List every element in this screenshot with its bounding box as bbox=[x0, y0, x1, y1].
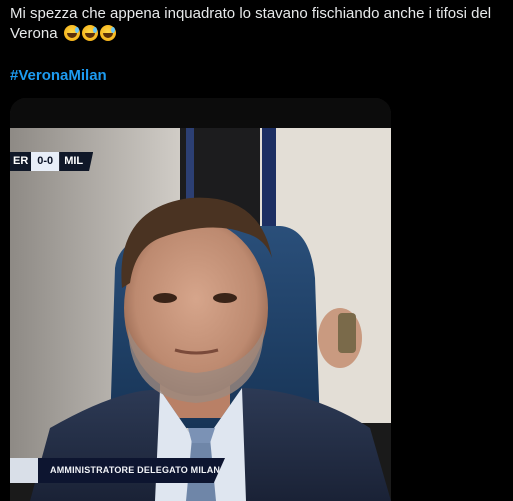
hashtag-link[interactable]: #VeronaMilan bbox=[10, 67, 107, 84]
grinning-sweat-emoji-icon bbox=[99, 25, 116, 41]
scorebug-home-team: ER bbox=[10, 152, 32, 171]
scorebug-away-team: MIL bbox=[59, 152, 94, 171]
lower-third-caption: AMMINISTRATORE DELEGATO MILAN bbox=[10, 458, 225, 483]
scorebug-score: 0-0 bbox=[31, 152, 60, 171]
scorebug: ER 0-0 MIL bbox=[10, 152, 100, 171]
lower-third-strip bbox=[10, 458, 38, 483]
grinning-sweat-emoji-icon bbox=[63, 25, 80, 41]
tweet-media-image[interactable]: ER 0-0 MIL AMMINISTRATORE DELEGATO MILAN bbox=[10, 98, 391, 501]
tweet-text: Mi spezza che appena inquadrato lo stava… bbox=[10, 4, 505, 44]
grinning-sweat-emoji-icon bbox=[81, 25, 98, 41]
lower-third-text: AMMINISTRATORE DELEGATO MILAN bbox=[38, 458, 225, 483]
